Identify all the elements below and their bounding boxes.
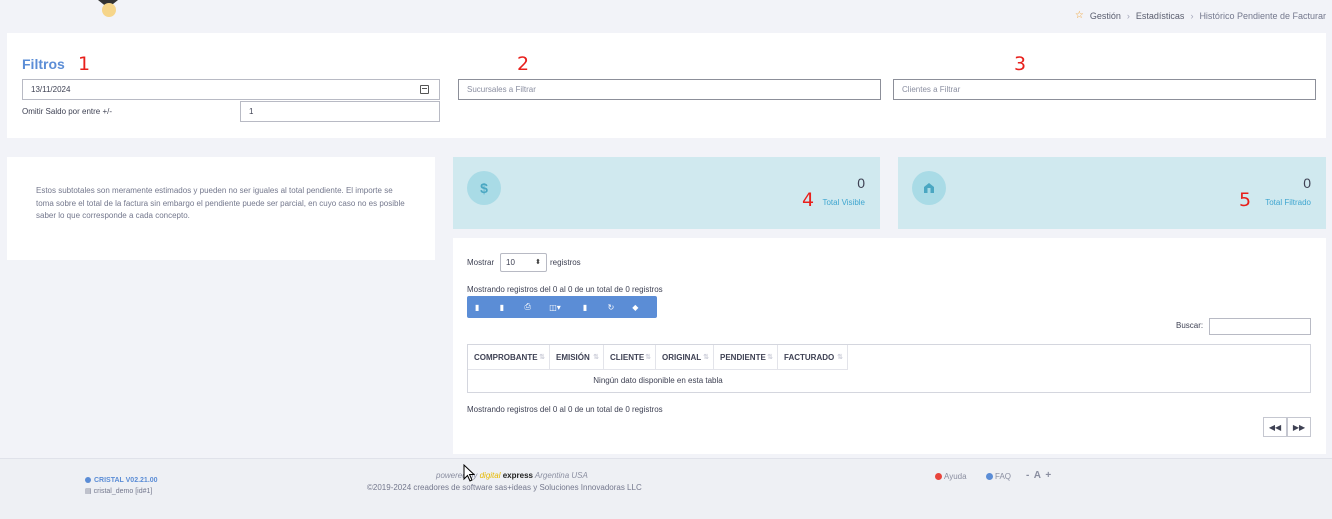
total-filtered-label: Total Filtrado: [1265, 198, 1311, 207]
powered-by[interactable]: powered by digital express Argentina USA: [436, 471, 588, 480]
bank-icon: [912, 171, 946, 205]
excel-icon[interactable]: ▮: [475, 303, 500, 312]
help-link[interactable]: Ayuda: [935, 472, 967, 481]
date-field[interactable]: 13/11/2024: [22, 79, 440, 100]
show-label: Mostrar: [467, 258, 495, 267]
csv-icon[interactable]: ▮: [583, 303, 608, 312]
refresh-icon[interactable]: ↻: [608, 303, 633, 312]
mouse-cursor-icon: [463, 463, 476, 487]
omit-balance-input[interactable]: 1: [240, 101, 440, 122]
footer: [0, 458, 1332, 519]
dollar-icon: $: [467, 171, 501, 205]
print-icon[interactable]: ⎙: [524, 302, 549, 312]
status-dot-icon: [85, 477, 91, 484]
breadcrumb-item-gestion[interactable]: Gestión: [1090, 11, 1121, 21]
chevron-right-icon: ›: [1190, 10, 1194, 21]
annotation-3: 3: [1014, 53, 1027, 75]
database-icon: ▤: [85, 488, 92, 495]
sort-arrows-icon: ⬍: [535, 259, 541, 266]
columns-icon[interactable]: ◫▾: [549, 303, 583, 312]
copyright: ©2019-2024 creadores de software sas+ide…: [367, 483, 642, 492]
column-header-original[interactable]: ORIGINAL ⇅: [656, 345, 714, 370]
faq-link[interactable]: FAQ: [986, 472, 1011, 481]
records-label: registros: [550, 258, 581, 267]
search-input[interactable]: [1209, 318, 1311, 335]
date-value: 13/11/2024: [31, 85, 71, 94]
info-card: Estos subtotales son meramente estimados…: [7, 157, 435, 260]
font-size-controls[interactable]: - A +: [1026, 470, 1052, 481]
eraser-icon[interactable]: ◆: [632, 303, 657, 312]
search-label: Buscar:: [1176, 321, 1204, 330]
breadcrumb-item-estadisticas[interactable]: Estadísticas: [1136, 11, 1185, 21]
branches-placeholder: Sucursales a Filtrar: [467, 85, 536, 94]
previous-page-button[interactable]: ◀◀: [1263, 417, 1287, 437]
stat-card-visible: $ 0 Total Visible: [453, 157, 880, 229]
breadcrumb-item-current: Histórico Pendiente de Facturar: [1199, 10, 1326, 21]
question-icon: [986, 473, 993, 480]
lifebuoy-icon: [935, 473, 942, 480]
calendar-icon[interactable]: [420, 85, 429, 94]
annotation-1: 1: [78, 53, 91, 75]
rewind-icon: ◀◀: [1268, 422, 1282, 432]
annotation-4: 4: [802, 189, 815, 211]
column-header-cliente[interactable]: CLIENTE ⇅: [604, 345, 656, 370]
empty-table-message: Ningún dato disponible en esta tabla: [593, 376, 723, 385]
column-header-pendiente[interactable]: PENDIENTE ⇅: [714, 345, 778, 370]
total-filtered-value: 0: [1303, 175, 1311, 191]
data-table: COMPROBANTE ⇅ EMISIÓN ⇅ CLIENTE ⇅ ORIGINAL ⇅…: [467, 344, 1311, 393]
table-info-bottom: Mostrando registros del 0 al 0 de un tot…: [467, 405, 663, 414]
export-toolbar: ▮ ▮ ⎙ ◫▾ ▮ ↻ ◆: [467, 296, 657, 318]
total-visible-value: 0: [857, 175, 865, 191]
version-label: CRISTAL V02.21.00: [85, 477, 158, 484]
branches-filter-input[interactable]: Sucursales a Filtrar: [458, 79, 881, 100]
breadcrumb: ☆ Gestión › Estadísticas › Histórico Pen…: [1075, 10, 1326, 21]
column-header-emision[interactable]: EMISIÓN ⇅: [550, 345, 604, 370]
star-icon: ☆: [1074, 10, 1084, 21]
next-page-button[interactable]: ▶▶: [1287, 417, 1311, 437]
clients-placeholder: Clientes a Filtrar: [902, 85, 961, 94]
total-visible-label: Total Visible: [822, 198, 865, 207]
omit-balance-value: 1: [249, 107, 254, 116]
column-header-facturado[interactable]: FACTURADO ⇅: [778, 345, 848, 370]
table-info-top: Mostrando registros del 0 al 0 de un tot…: [467, 285, 663, 294]
annotation-5: 5: [1239, 189, 1252, 211]
annotation-2: 2: [517, 53, 530, 75]
clients-filter-input[interactable]: Clientes a Filtrar: [893, 79, 1316, 100]
filters-title: Filtros: [22, 56, 65, 72]
chevron-right-icon: ›: [1126, 10, 1130, 21]
omit-balance-label: Omitir Saldo por entre +/-: [22, 107, 113, 116]
user-label: ▤ cristal_demo [id#1]: [85, 488, 153, 495]
page-size-select[interactable]: 10 ⬍: [500, 253, 547, 272]
page-size-value: 10: [506, 258, 515, 267]
logo: [95, 0, 121, 18]
stat-card-filtered: 0 Total Filtrado: [898, 157, 1326, 229]
fast-forward-icon: ▶▶: [1292, 422, 1306, 432]
pdf-icon[interactable]: ▮: [500, 303, 525, 312]
column-header-comprobante[interactable]: COMPROBANTE ⇅: [468, 345, 550, 370]
info-text: Estos subtotales son meramente estimados…: [36, 186, 405, 220]
